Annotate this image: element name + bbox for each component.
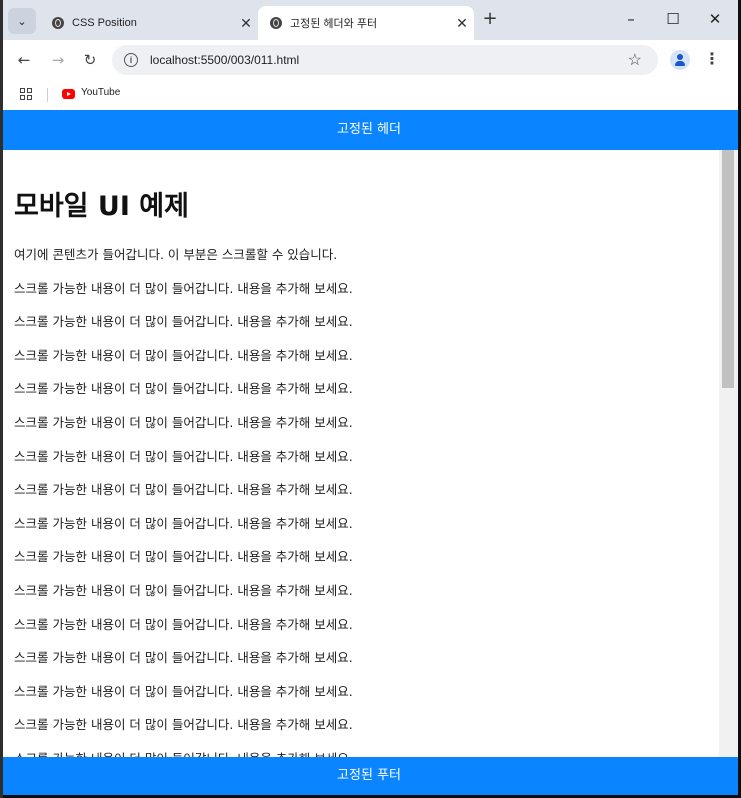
content-paragraph: 스크롤 가능한 내용이 더 많이 들어갑니다. 내용을 추가해 보세요. [14,448,353,464]
address-bar[interactable]: i localhost:5500/003/011.html ☆ [112,45,658,75]
reload-icon[interactable]: ↻ [78,48,102,72]
browser-window: ⌄ CSS Position ✕ 고정된 헤더와 푸터 ✕ + – ☐ ✕ ← … [0,0,738,795]
content-paragraph: 스크롤 가능한 내용이 더 많이 들어갑니다. 내용을 추가해 보세요. [14,381,353,397]
intro-paragraph: 여기에 콘텐츠가 들어갑니다. 이 부분은 스크롤할 수 있습니다. [14,247,338,262]
content-paragraph: 스크롤 가능한 내용이 더 많이 들어갑니다. 내용을 추가해 보세요. [14,683,353,699]
vertical-scrollbar[interactable] [719,150,738,757]
new-tab-button[interactable]: + [478,8,502,32]
content-paragraph: 스크롤 가능한 내용이 더 많이 들어갑니다. 내용을 추가해 보세요. [14,717,353,733]
youtube-icon[interactable] [62,89,75,99]
window-edge [0,0,3,798]
minimize-button[interactable]: – [612,6,650,32]
maximize-button[interactable]: ☐ [654,6,692,32]
tab-title: CSS Position [72,17,137,29]
content-paragraph: 스크롤 가능한 내용이 더 많이 들어갑니다. 내용을 추가해 보세요. [14,482,353,498]
tab-strip: ⌄ CSS Position ✕ 고정된 헤더와 푸터 ✕ + – ☐ ✕ [0,0,738,40]
back-arrow-icon[interactable]: ← [12,48,36,72]
tab-close-button[interactable]: ✕ [450,15,474,32]
globe-icon [52,17,64,29]
bookmark-divider [47,88,48,102]
content-paragraph: 스크롤 가능한 내용이 더 많이 들어갑니다. 내용을 추가해 보세요. [14,616,353,632]
tab-css-position[interactable]: CSS Position ✕ [40,6,258,40]
bookmark-youtube[interactable]: YouTube [81,87,120,98]
forward-arrow-icon[interactable]: → [46,48,70,72]
content-paragraph: 스크롤 가능한 내용이 더 많이 들어갑니다. 내용을 추가해 보세요. [14,515,353,531]
content-paragraph: 스크롤 가능한 내용이 더 많이 들어갑니다. 내용을 추가해 보세요. [14,347,353,363]
globe-icon [270,17,282,29]
page-title: 모바일 UI 예제 [14,191,189,222]
content-paragraph: 스크롤 가능한 내용이 더 많이 들어갑니다. 내용을 추가해 보세요. [14,314,353,330]
content-paragraph: 스크롤 가능한 내용이 더 많이 들어갑니다. 내용을 추가해 보세요. [14,650,353,666]
scrollable-content: 모바일 UI 예제 여기에 콘텐츠가 들어갑니다. 이 부분은 스크롤할 수 있… [14,150,714,776]
tab-close-button[interactable]: ✕ [234,15,258,32]
content-paragraph: 스크롤 가능한 내용이 더 많이 들어갑니다. 내용을 추가해 보세요. [14,582,353,598]
browser-toolbar: ← → ↻ i localhost:5500/003/011.html ☆ ⋮ [0,40,738,80]
fixed-header: 고정된 헤더 [0,110,738,150]
page-viewport: 고정된 헤더 모바일 UI 예제 여기에 콘텐츠가 들어갑니다. 이 부분은 스… [0,110,738,795]
address-url[interactable]: localhost:5500/003/011.html [150,53,299,67]
content-paragraph: 스크롤 가능한 내용이 더 많이 들어갑니다. 내용을 추가해 보세요. [14,414,353,430]
fixed-footer: 고정된 푸터 [0,757,738,795]
star-icon[interactable]: ☆ [628,50,642,70]
scrollbar-thumb[interactable] [722,150,734,388]
content-paragraph: 스크롤 가능한 내용이 더 많이 들어갑니다. 내용을 추가해 보세요. [14,549,353,565]
apps-grid-icon[interactable] [20,88,32,100]
chevron-down-icon: ⌄ [17,14,27,28]
profile-icon[interactable] [670,50,690,70]
content-paragraph: 스크롤 가능한 내용이 더 많이 들어갑니다. 내용을 추가해 보세요. [14,280,353,296]
tab-search-button[interactable]: ⌄ [8,8,36,34]
info-icon[interactable]: i [124,53,138,67]
tab-title: 고정된 헤더와 푸터 [290,18,378,30]
close-window-button[interactable]: ✕ [696,6,734,32]
kebab-menu-icon[interactable]: ⋮ [704,48,720,72]
tab-fixed-header-footer[interactable]: 고정된 헤더와 푸터 ✕ [258,6,474,40]
bookmarks-bar: YouTube [0,80,738,110]
